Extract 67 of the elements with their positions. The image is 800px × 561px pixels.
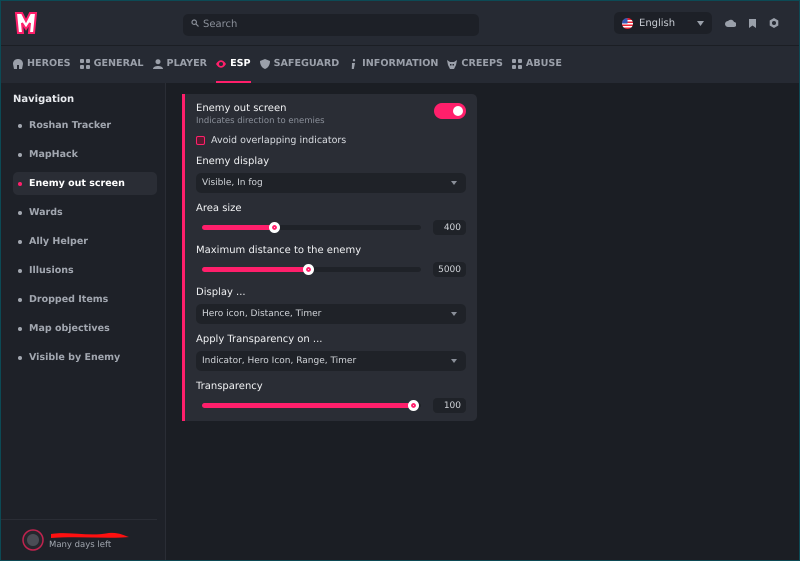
caret-icon [451, 181, 457, 185]
language-dropdown[interactable]: English [614, 12, 712, 34]
slider-handle[interactable] [302, 264, 314, 275]
person-icon [152, 58, 163, 68]
flag-icon [622, 18, 633, 28]
section-title: Enemy out screen [196, 103, 288, 114]
sidebar-item[interactable]: MapHack [13, 143, 157, 166]
sidebar-item[interactable]: Dropped Items [13, 288, 157, 311]
dropdown[interactable]: Visible, In fog [196, 173, 466, 193]
search-icon [191, 19, 199, 27]
grid-icon [512, 58, 522, 68]
setting-label: Transparency [196, 381, 264, 392]
bookmark-icon[interactable] [749, 18, 756, 28]
avatar-icon [22, 529, 44, 551]
checkbox[interactable] [196, 136, 205, 145]
sidebar-item[interactable]: Map objectives [13, 317, 157, 340]
subscription-status: Many days left [49, 540, 112, 550]
bullet-icon [18, 124, 22, 128]
sidebar-item[interactable]: Enemy out screen [13, 172, 157, 195]
sidebar-title: Navigation [13, 94, 76, 105]
caret-icon [451, 312, 457, 316]
caret-icon [451, 359, 457, 363]
logo-icon [13, 10, 39, 36]
menu-tab[interactable]: INFORMATION [348, 46, 438, 83]
grid-icon [80, 58, 90, 68]
value-field[interactable]: 400 [433, 220, 466, 235]
toggle-switch[interactable] [434, 103, 466, 119]
value-field[interactable]: 5000 [433, 262, 466, 277]
bullet-icon [18, 182, 22, 186]
setting-label: Enemy display [196, 156, 270, 167]
sidebar-item[interactable]: Illusions [13, 259, 157, 282]
menu-tab[interactable]: SAFEGUARD [260, 46, 340, 83]
dropdown[interactable]: Hero icon, Distance, Timer [196, 304, 466, 324]
menu-tab[interactable]: PLAYER [152, 46, 208, 83]
bullet-icon [18, 356, 22, 360]
menu-tab[interactable]: ABUSE [512, 46, 562, 83]
sidebar-item[interactable]: Visible by Enemy [13, 346, 157, 369]
bullet-icon [18, 210, 22, 214]
setting-label: Apply Transparency on ... [196, 334, 324, 345]
bullet-icon [18, 326, 22, 330]
slider-handle[interactable] [408, 400, 419, 411]
sidebar-item[interactable]: Roshan Tracker [13, 114, 157, 137]
bullet-icon [18, 152, 22, 156]
bullet-icon [18, 240, 22, 244]
shield-icon [260, 58, 270, 68]
value-field[interactable]: 100 [433, 398, 466, 413]
search-field[interactable]: Search [183, 14, 479, 36]
menu-tab[interactable]: CREEPS [447, 46, 503, 83]
menu-tab[interactable]: GENERAL [80, 46, 144, 83]
caret-icon [697, 20, 704, 26]
setting-label: Display ... [196, 287, 247, 298]
sidebar-item[interactable]: Ally Helper [13, 230, 157, 253]
helmet-icon [13, 58, 23, 68]
setting-label: Area size [196, 203, 243, 214]
bullet-icon [18, 268, 22, 272]
setting-label: Maximum distance to the enemy [196, 245, 362, 256]
menu-tab[interactable]: ESP [216, 46, 251, 83]
bullet-icon [18, 298, 22, 302]
dropdown[interactable]: Indicator, Hero Icon, Range, Timer [196, 351, 466, 371]
section-description: Indicates direction to enemies [196, 116, 325, 126]
slider-handle[interactable] [268, 222, 280, 233]
settings-icon[interactable] [769, 18, 779, 28]
cloud-icon[interactable] [725, 19, 736, 27]
menu-tab[interactable]: HEROES [13, 46, 71, 83]
checkbox-label: Avoid overlapping indicators [211, 135, 346, 146]
eye-icon [216, 58, 226, 68]
sidebar-item[interactable]: Wards [13, 201, 157, 224]
